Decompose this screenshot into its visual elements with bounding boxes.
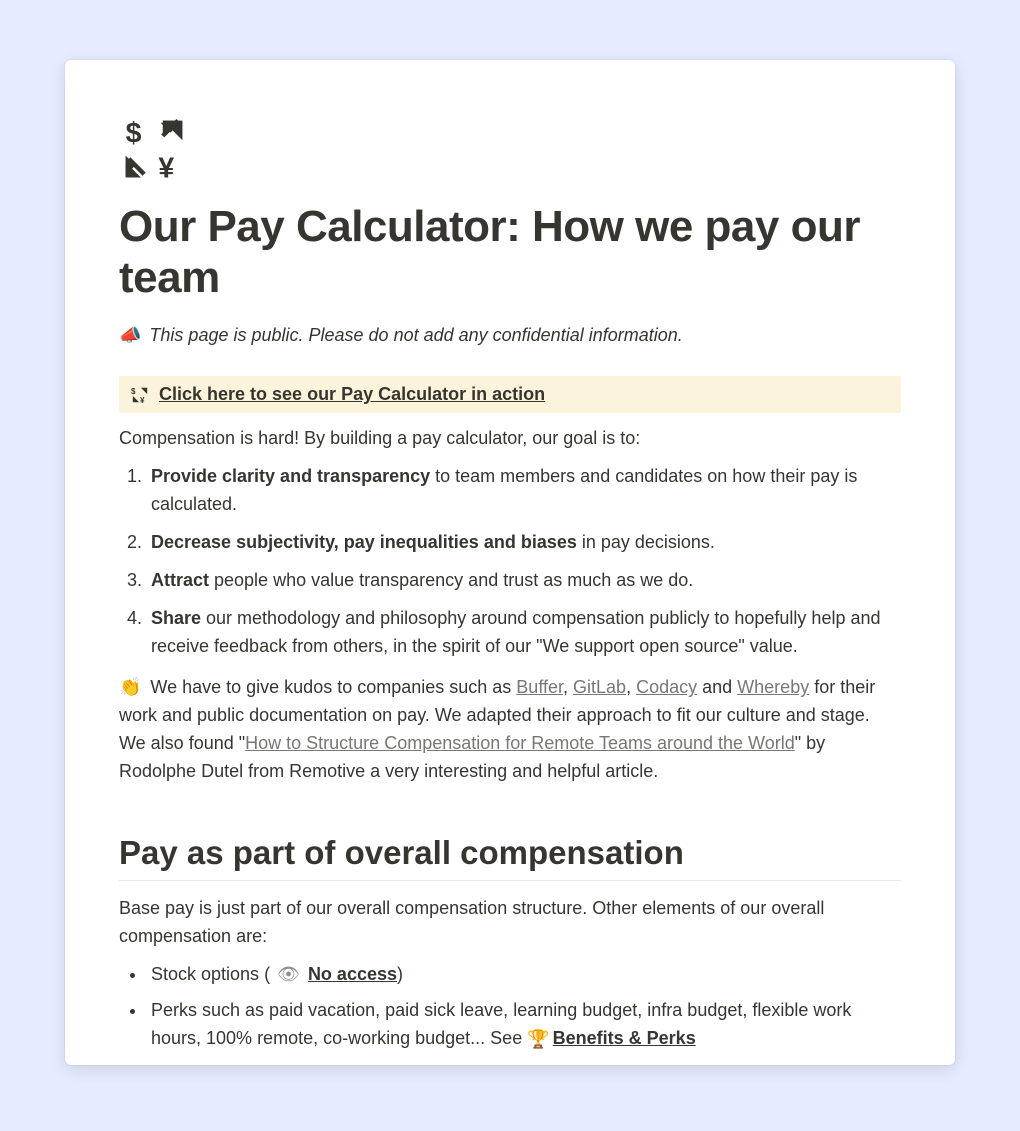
goal-bold: Decrease subjectivity, pay inequalities … bbox=[151, 532, 577, 552]
clap-icon: 👏 bbox=[119, 677, 141, 697]
svg-text:¥: ¥ bbox=[158, 152, 174, 184]
link-gitlab[interactable]: GitLab bbox=[573, 677, 626, 697]
compensation-elements-list: Stock options ( 👁 No access) Perks such … bbox=[119, 961, 901, 1054]
page-title: Our Pay Calculator: How we pay our team bbox=[119, 202, 901, 303]
intro-paragraph: Compensation is hard! By building a pay … bbox=[119, 425, 901, 453]
list-item: Stock options ( 👁 No access) bbox=[147, 961, 901, 989]
goals-list: Provide clarity and transparency to team… bbox=[119, 463, 901, 660]
link-whereby[interactable]: Whereby bbox=[737, 677, 809, 697]
link-buffer[interactable]: Buffer bbox=[516, 677, 563, 697]
callout-link[interactable]: Click here to see our Pay Calculator in … bbox=[159, 384, 545, 405]
sep: , bbox=[563, 677, 573, 697]
currency-exchange-icon: $ ¥ bbox=[119, 114, 901, 184]
megaphone-icon: 📣 bbox=[119, 325, 141, 346]
goal-bold: Provide clarity and transparency bbox=[151, 466, 430, 486]
sep: and bbox=[697, 677, 737, 697]
bullet-text: Stock options ( bbox=[151, 964, 275, 984]
bullet-text: Perks such as paid vacation, paid sick l… bbox=[151, 1000, 851, 1048]
list-item: Decrease subjectivity, pay inequalities … bbox=[147, 529, 901, 557]
list-item: Perks such as paid vacation, paid sick l… bbox=[147, 997, 901, 1054]
section-intro: Base pay is just part of our overall com… bbox=[119, 895, 901, 951]
goal-bold: Share bbox=[151, 608, 201, 628]
goal-bold: Attract bbox=[151, 570, 209, 590]
goal-rest: in pay decisions. bbox=[577, 532, 715, 552]
sep: , bbox=[626, 677, 636, 697]
list-item: Provide clarity and transparency to team… bbox=[147, 463, 901, 519]
kudos-paragraph: 👏 We have to give kudos to companies suc… bbox=[119, 674, 901, 786]
section-heading: Pay as part of overall compensation bbox=[119, 834, 901, 881]
currency-exchange-small-icon: $¥ bbox=[131, 386, 149, 404]
eye-off-icon: 👁 bbox=[277, 964, 300, 984]
list-item: Attract people who value transparency an… bbox=[147, 567, 901, 595]
svg-text:$: $ bbox=[131, 387, 136, 396]
notice-text: This page is public. Please do not add a… bbox=[149, 325, 682, 346]
svg-text:$: $ bbox=[126, 117, 142, 149]
list-item: Share our methodology and philosophy aro… bbox=[147, 605, 901, 661]
link-article[interactable]: How to Structure Compensation for Remote… bbox=[245, 733, 795, 753]
goal-rest: our methodology and philosophy around co… bbox=[151, 608, 881, 656]
link-codacy[interactable]: Codacy bbox=[636, 677, 697, 697]
document-page: $ ¥ Our Pay Calculator: How we pay our t… bbox=[65, 60, 955, 1065]
mention-benefits-perks[interactable]: Benefits & Perks bbox=[553, 1028, 696, 1048]
goal-rest: people who value transparency and trust … bbox=[209, 570, 693, 590]
public-notice: 📣 This page is public. Please do not add… bbox=[119, 325, 901, 346]
trophy-icon: 🏆 bbox=[527, 1029, 549, 1049]
callout-pay-calculator: $¥ Click here to see our Pay Calculator … bbox=[119, 376, 901, 413]
svg-text:¥: ¥ bbox=[140, 396, 145, 404]
bullet-text: ) bbox=[397, 964, 403, 984]
mention-no-access[interactable]: No access bbox=[308, 964, 397, 984]
kudos-text: We have to give kudos to companies such … bbox=[145, 677, 516, 697]
